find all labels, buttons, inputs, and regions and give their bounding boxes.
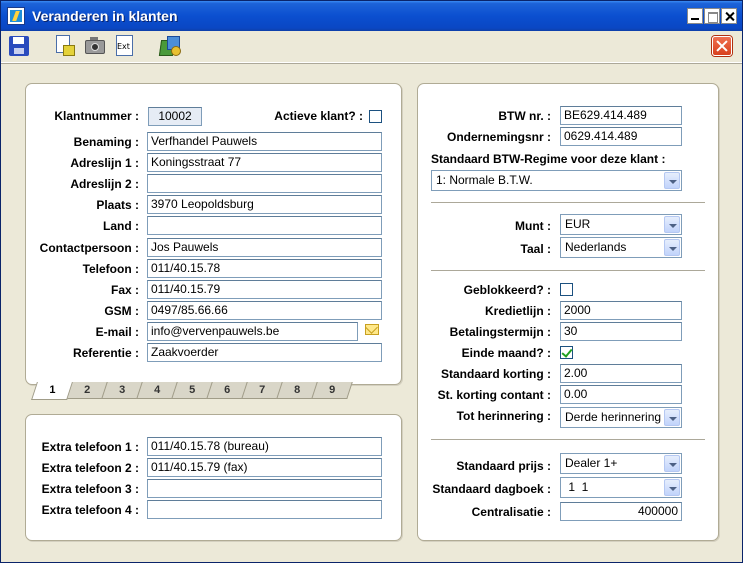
contact-label: Contactpersoon : [39, 241, 139, 255]
taal-value: Nederlands [565, 240, 627, 254]
divider [431, 202, 705, 204]
taal-select[interactable]: Nederlands [560, 237, 682, 258]
extra-tel2-label: Extra telefoon 2 : [41, 461, 139, 475]
minimize-button[interactable] [687, 8, 703, 24]
adres2-field[interactable] [147, 174, 382, 193]
herinnering-label: Tot herinnering : [456, 409, 551, 423]
extra-tel3-field[interactable] [147, 479, 382, 498]
referentie-label: Referentie : [72, 346, 139, 360]
centralisatie-label: Centralisatie : [471, 505, 551, 519]
extra-phones-panel [25, 414, 402, 541]
betalingstermijn-field[interactable]: 30 [560, 322, 682, 341]
chevron-down-icon[interactable] [664, 216, 680, 233]
land-label: Land : [103, 219, 139, 233]
divider [431, 270, 705, 272]
plaats-field[interactable]: 3970 Leopoldsburg [147, 195, 382, 214]
adres1-label: Adreslijn 1 : [70, 156, 139, 170]
window-title: Veranderen in klanten [32, 8, 178, 24]
btw-label: BTW nr. : [498, 109, 551, 123]
customer-edit-window: Veranderen in klanten Ext Klantnummer : … [0, 0, 743, 563]
save-icon[interactable] [7, 34, 31, 58]
maximize-button[interactable] [704, 8, 720, 24]
camera-icon[interactable] [83, 34, 107, 58]
adres2-label: Adreslijn 2 : [70, 177, 139, 191]
btw-field[interactable]: BE629.414.489 [560, 106, 682, 125]
btw-regime-value: 1: Normale B.T.W. [436, 173, 533, 187]
klantnummer-field: 10002 [148, 107, 202, 126]
prijs-select[interactable]: Dealer 1+ [560, 453, 682, 474]
betalingstermijn-label: Betalingstermijn : [449, 325, 551, 339]
geblokkeerd-checkbox[interactable] [560, 283, 573, 296]
divider [431, 439, 705, 441]
calculator-icon[interactable] [158, 34, 182, 58]
close-icon[interactable] [712, 36, 732, 56]
dagboek-value: 1 1 [565, 480, 589, 494]
herinnering-value: Derde herinnering [565, 410, 662, 424]
benaming-label: Benaming : [73, 135, 139, 149]
extra-tel1-label: Extra telefoon 1 : [41, 440, 139, 454]
centralisatie-field[interactable]: 400000 [560, 502, 682, 521]
app-icon [7, 7, 25, 25]
telefoon-field[interactable]: 011/40.15.78 [147, 259, 382, 278]
korting-contant-field[interactable]: 0.00 [560, 385, 682, 404]
referentie-field[interactable]: Zaakvoerder [147, 343, 382, 362]
adres1-field[interactable]: Koningsstraat 77 [147, 153, 382, 172]
extra-tel4-field[interactable] [147, 500, 382, 519]
tab-9[interactable]: 9 [311, 382, 353, 399]
ondernemingsnr-field[interactable]: 0629.414.489 [560, 127, 682, 146]
munt-select[interactable]: EUR [560, 214, 682, 235]
extra-tel3-label: Extra telefoon 3 : [41, 482, 139, 496]
land-field[interactable] [147, 216, 382, 235]
kredietlijn-field[interactable]: 2000 [560, 301, 682, 320]
munt-label: Munt : [515, 219, 551, 233]
munt-value: EUR [565, 217, 591, 231]
title-bar[interactable]: Veranderen in klanten [1, 1, 742, 31]
benaming-field[interactable]: Verfhandel Pauwels [147, 132, 382, 151]
korting-field[interactable]: 2.00 [560, 364, 682, 383]
actief-checkbox[interactable] [369, 110, 382, 123]
window-close-button[interactable] [721, 8, 737, 24]
btw-regime-select[interactable]: 1: Normale B.T.W. [431, 170, 682, 191]
export-icon[interactable]: Ext [113, 34, 137, 58]
chevron-down-icon[interactable] [664, 409, 680, 426]
document-icon[interactable] [53, 34, 77, 58]
actief-label: Actieve klant? : [274, 109, 363, 123]
korting-contant-label: St. korting contant : [437, 388, 551, 402]
tab-1[interactable]: 1 [31, 382, 73, 400]
einde-maand-label: Einde maand? : [461, 346, 551, 360]
extra-tel4-label: Extra telefoon 4 : [41, 503, 139, 517]
mail-icon[interactable] [365, 324, 379, 335]
gsm-label: GSM : [104, 304, 139, 318]
extra-tel2-field[interactable]: 011/40.15.79 (fax) [147, 458, 382, 477]
email-field[interactable]: info@vervenpauwels.be [147, 322, 358, 341]
prijs-label: Standaard prijs : [456, 459, 551, 473]
herinnering-select[interactable]: Derde herinnering [560, 407, 682, 428]
chevron-down-icon[interactable] [664, 239, 680, 256]
geblokkeerd-label: Geblokkeerd? : [463, 283, 551, 297]
toolbar: Ext [1, 31, 742, 63]
chevron-down-icon[interactable] [664, 172, 680, 189]
dagboek-label: Standaard dagboek : [432, 482, 551, 496]
korting-label: Standaard korting : [440, 367, 551, 381]
klantnummer-label: Klantnummer : [54, 109, 139, 123]
btw-regime-label: Standaard BTW-Regime voor deze klant : [431, 152, 666, 166]
chevron-down-icon[interactable] [664, 455, 680, 472]
einde-maand-checkbox[interactable] [560, 346, 573, 359]
fax-label: Fax : [110, 283, 139, 297]
kredietlijn-label: Kredietlijn : [484, 304, 551, 318]
gsm-field[interactable]: 0497/85.66.66 [147, 301, 382, 320]
dagboek-select[interactable]: 1 1 [560, 477, 682, 498]
email-label: E-mail : [95, 325, 139, 339]
prijs-value: Dealer 1+ [565, 456, 618, 470]
export-label: Ext [117, 42, 130, 51]
ondernemingsnr-label: Ondernemingsnr : [446, 130, 551, 144]
taal-label: Taal : [520, 242, 551, 256]
extra-tel1-field[interactable]: 011/40.15.78 (bureau) [147, 437, 382, 456]
plaats-label: Plaats : [96, 198, 139, 212]
contact-field[interactable]: Jos Pauwels [147, 238, 382, 257]
telefoon-label: Telefoon : [82, 262, 139, 276]
fax-field[interactable]: 011/40.15.79 [147, 280, 382, 299]
chevron-down-icon[interactable] [664, 479, 680, 496]
